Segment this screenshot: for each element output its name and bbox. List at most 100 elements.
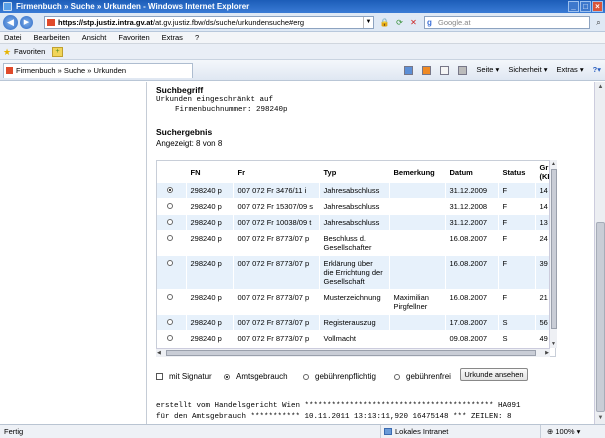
results-table-container: FN Fr Typ Bemerkung Datum Status Gr (KE … bbox=[156, 160, 556, 357]
option-amtsgebrauch[interactable]: Amtsgebrauch bbox=[224, 372, 288, 382]
cell-fr: 007 072 Fr 8773/07 p bbox=[233, 230, 320, 256]
cell-bemerkung bbox=[389, 255, 446, 290]
close-button[interactable]: × bbox=[592, 1, 603, 12]
add-favorite-icon[interactable]: + bbox=[52, 47, 63, 57]
table-hscroll-thumb[interactable] bbox=[166, 350, 536, 356]
table-row[interactable]: 298240 p 007 072 Fr 3476/11 i Jahresabschl… bbox=[157, 183, 555, 199]
minimize-button[interactable]: _ bbox=[568, 1, 579, 12]
row-select-radio[interactable] bbox=[167, 335, 173, 341]
favorites-star-icon[interactable]: ★ bbox=[3, 44, 11, 60]
row-select-cell[interactable] bbox=[157, 255, 187, 290]
forward-button[interactable]: ▶ bbox=[20, 16, 33, 29]
urkunde-ansehen-button[interactable]: Urkunde ansehen bbox=[460, 368, 528, 381]
row-select-radio[interactable] bbox=[167, 260, 173, 266]
search-icon[interactable]: ⌕ bbox=[592, 16, 605, 29]
ie-icon bbox=[3, 2, 12, 11]
menu-favoriten[interactable]: Favoriten bbox=[118, 32, 149, 43]
print-icon[interactable] bbox=[458, 65, 468, 75]
row-select-cell[interactable] bbox=[157, 330, 187, 347]
row-select-radio[interactable] bbox=[167, 187, 173, 193]
table-row[interactable]: 298240 p 007 072 Fr 8773/07 p Musterzeichn… bbox=[157, 289, 555, 315]
favorites-button[interactable]: Favoriten bbox=[14, 44, 45, 60]
cell-fn: 298240 p bbox=[186, 198, 234, 215]
url-dropdown-icon[interactable]: ▼ bbox=[363, 17, 373, 28]
stop-icon[interactable]: ✕ bbox=[408, 17, 419, 28]
menu-bearbeiten[interactable]: Bearbeiten bbox=[34, 32, 70, 43]
row-select-cell[interactable] bbox=[157, 183, 187, 199]
table-scroll-up-icon[interactable]: ▲ bbox=[551, 161, 556, 167]
page-vertical-scrollbar[interactable]: ▲ ▼ bbox=[594, 82, 605, 424]
menu-ansicht[interactable]: Ansicht bbox=[82, 32, 107, 43]
col-fn[interactable]: FN bbox=[186, 161, 234, 183]
menu-help[interactable]: ? bbox=[195, 32, 199, 43]
row-select-radio[interactable] bbox=[167, 203, 173, 209]
col-fr[interactable]: Fr bbox=[233, 161, 320, 183]
row-select-radio[interactable] bbox=[167, 219, 173, 225]
table-vertical-scrollbar[interactable]: ▲ ▼ bbox=[549, 160, 557, 348]
mail-icon[interactable] bbox=[440, 65, 450, 75]
row-select-cell[interactable] bbox=[157, 214, 187, 231]
row-select-radio[interactable] bbox=[167, 235, 173, 241]
table-horizontal-scrollbar[interactable]: ◀ ▶ bbox=[156, 348, 550, 357]
row-select-cell[interactable] bbox=[157, 289, 187, 315]
back-button[interactable]: ◀ bbox=[3, 15, 18, 30]
url-input[interactable]: https://stp.justiz.intra.gv.at/at.gv.jus… bbox=[44, 16, 374, 29]
table-row[interactable]: 298240 p 007 072 Fr 15307/09 s Jahresabsch… bbox=[157, 198, 555, 215]
menu-datei[interactable]: Datei bbox=[4, 32, 22, 43]
zoom-dropdown-icon[interactable]: ▾ bbox=[575, 427, 581, 436]
cell-fr: 007 072 Fr 3476/11 i bbox=[233, 183, 320, 199]
table-row[interactable]: 298240 p 007 072 Fr 8773/07 p Beschluss d.… bbox=[157, 230, 555, 256]
security-zone[interactable]: Lokales Intranet bbox=[380, 425, 480, 438]
cmd-extras[interactable]: Extras ▾ bbox=[557, 64, 584, 76]
status-bar: Fertig Lokales Intranet ⊕ 100% ▾ bbox=[0, 424, 605, 438]
table-row[interactable]: 298240 p 007 072 Fr 10038/09 t Jahresabsch… bbox=[157, 214, 555, 231]
page-vscroll-thumb[interactable] bbox=[596, 222, 605, 412]
row-select-radio[interactable] bbox=[167, 319, 173, 325]
table-row[interactable]: 298240 p 007 072 Fr 8773/07 p Vollmacht 09.… bbox=[157, 330, 555, 347]
row-select-cell[interactable] bbox=[157, 198, 187, 215]
page-scroll-down-icon[interactable]: ▼ bbox=[596, 414, 605, 423]
table-row[interactable]: 298240 p 007 072 Fr 8773/07 p Registerausz… bbox=[157, 314, 555, 331]
home-icon[interactable] bbox=[404, 65, 414, 75]
col-typ[interactable]: Typ bbox=[319, 161, 390, 183]
table-vscroll-thumb[interactable] bbox=[551, 169, 557, 329]
table-row[interactable]: 298240 p 007 072 Fr 8773/07 p Erklärung üb… bbox=[157, 255, 555, 290]
option-gebuehrenpflichtig[interactable]: gebührenpflichtig bbox=[303, 372, 376, 382]
tab-firmenbuch[interactable]: Firmenbuch » Suche » Urkunden bbox=[3, 63, 193, 78]
lock-icon[interactable]: 🔒 bbox=[379, 17, 390, 28]
window-controls: _ □ × bbox=[568, 1, 603, 12]
cmd-help[interactable]: ?▾ bbox=[593, 64, 601, 76]
option-gebuehrenfrei[interactable]: gebührenfrei bbox=[394, 372, 451, 382]
footer-line1: erstellt vom Handelsgericht Wien *******… bbox=[156, 402, 521, 410]
mit-signatur-checkbox[interactable] bbox=[156, 373, 163, 380]
col-datum[interactable]: Datum bbox=[445, 161, 499, 183]
menu-extras[interactable]: Extras bbox=[162, 32, 183, 43]
zoom-control[interactable]: ⊕ 100% ▾ bbox=[540, 425, 600, 438]
cmd-sicherheit[interactable]: Sicherheit ▾ bbox=[508, 64, 547, 76]
gebuehrenfrei-label: gebührenfrei bbox=[406, 372, 451, 381]
table-scroll-left-icon[interactable]: ◀ bbox=[157, 350, 161, 356]
table-scroll-right-icon[interactable]: ▶ bbox=[545, 350, 549, 356]
amtsgebrauch-radio[interactable] bbox=[224, 374, 230, 380]
page-scroll-up-icon[interactable]: ▲ bbox=[596, 83, 605, 92]
gebuehrenpflichtig-radio[interactable] bbox=[303, 374, 309, 380]
cell-fr: 007 072 Fr 8773/07 p bbox=[233, 255, 320, 290]
row-select-cell[interactable] bbox=[157, 314, 187, 331]
feeds-icon[interactable] bbox=[422, 65, 432, 75]
left-navigation-panel bbox=[0, 82, 147, 424]
col-bemerkung[interactable]: Bemerkung bbox=[389, 161, 446, 183]
tab-title: Firmenbuch » Suche » Urkunden bbox=[16, 66, 127, 75]
col-status[interactable]: Status bbox=[498, 161, 536, 183]
maximize-button[interactable]: □ bbox=[580, 1, 591, 12]
row-select-cell[interactable] bbox=[157, 230, 187, 256]
gebuehrenfrei-radio[interactable] bbox=[394, 374, 400, 380]
option-mit-signatur[interactable]: mit Signatur bbox=[156, 372, 212, 382]
cell-status: S bbox=[498, 314, 536, 331]
cell-datum: 31.12.2007 bbox=[445, 214, 499, 231]
row-select-radio[interactable] bbox=[167, 294, 173, 300]
favorites-bar: ★ Favoriten + bbox=[0, 44, 605, 60]
search-input[interactable]: g Google.at ⌕ bbox=[424, 16, 601, 29]
refresh-icon[interactable]: ⟳ bbox=[394, 17, 405, 28]
cmd-seite[interactable]: Seite ▾ bbox=[476, 64, 499, 76]
table-scroll-down-icon[interactable]: ▼ bbox=[551, 341, 556, 347]
